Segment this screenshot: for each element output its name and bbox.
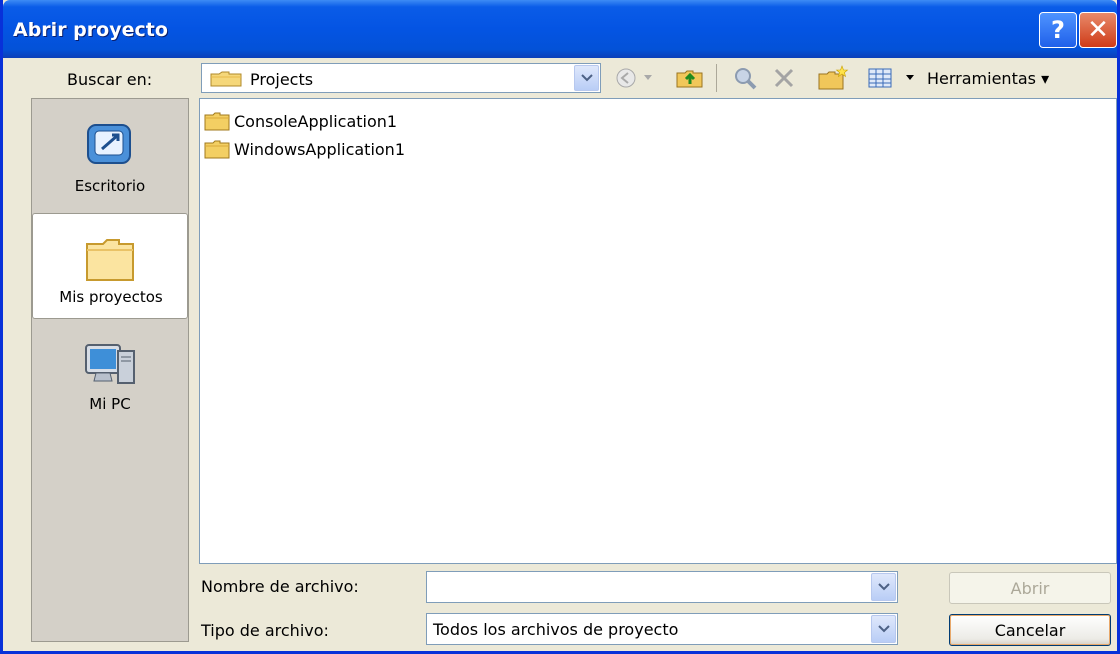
chevron-down-icon bbox=[877, 625, 890, 633]
close-button[interactable]: ✕ bbox=[1079, 12, 1117, 48]
list-item[interactable]: WindowsApplication1 bbox=[204, 137, 405, 161]
tools-menu[interactable]: Herramientas ▾ bbox=[927, 69, 1049, 88]
look-in-combo[interactable]: Projects bbox=[201, 63, 601, 93]
look-in-dropdown-button[interactable] bbox=[574, 65, 599, 91]
file-name-dropdown-button[interactable] bbox=[871, 573, 896, 601]
places-bar: Escritorio Mis proyectos Mi PC bbox=[31, 98, 189, 642]
folder-icon bbox=[86, 239, 134, 281]
chevron-down-icon bbox=[877, 583, 890, 591]
file-type-combo[interactable]: Todos los archivos de proyecto bbox=[426, 613, 898, 645]
look-in-value: Projects bbox=[250, 70, 314, 89]
list-item-name: WindowsApplication1 bbox=[234, 139, 405, 159]
desktop-icon bbox=[87, 124, 131, 164]
open-project-dialog: Abrir proyecto ? ✕ Buscar en: Projects H… bbox=[0, 0, 1120, 654]
search-web-icon[interactable] bbox=[731, 65, 761, 91]
place-label: Mis proyectos bbox=[59, 288, 163, 306]
place-label: Escritorio bbox=[74, 177, 146, 195]
place-desktop[interactable]: Escritorio bbox=[32, 99, 188, 205]
look-in-label: Buscar en: bbox=[67, 70, 153, 89]
file-type-dropdown-button[interactable] bbox=[871, 615, 896, 643]
folder-icon bbox=[204, 112, 230, 131]
toolbar-separator bbox=[716, 64, 717, 92]
views-icon[interactable] bbox=[865, 65, 895, 91]
cancel-button[interactable]: Cancelar bbox=[949, 614, 1111, 646]
list-item[interactable]: ConsoleApplication1 bbox=[204, 109, 397, 133]
place-my-computer[interactable]: Mi PC bbox=[32, 325, 188, 431]
views-dropdown-icon[interactable] bbox=[903, 65, 917, 91]
file-type-label: Tipo de archivo: bbox=[201, 621, 329, 640]
delete-icon[interactable] bbox=[769, 65, 799, 91]
file-name-label: Nombre de archivo: bbox=[201, 577, 359, 596]
place-label: Mi PC bbox=[89, 395, 131, 413]
window-title: Abrir proyecto bbox=[13, 19, 168, 41]
place-my-projects[interactable]: Mis proyectos bbox=[32, 213, 188, 319]
back-dropdown-icon[interactable] bbox=[641, 65, 655, 91]
folder-icon bbox=[210, 71, 242, 87]
new-folder-icon[interactable] bbox=[815, 65, 851, 91]
file-list[interactable]: ConsoleApplication1 WindowsApplication1 bbox=[199, 98, 1117, 564]
file-type-value: Todos los archivos de proyecto bbox=[433, 620, 679, 639]
open-button[interactable]: Abrir bbox=[949, 572, 1111, 604]
title-bar[interactable]: Abrir proyecto ? ✕ bbox=[3, 0, 1117, 58]
folder-icon bbox=[204, 140, 230, 159]
up-folder-icon[interactable] bbox=[673, 65, 707, 91]
computer-icon bbox=[85, 344, 135, 384]
list-item-name: ConsoleApplication1 bbox=[234, 111, 398, 131]
chevron-down-icon bbox=[580, 74, 593, 82]
back-icon[interactable] bbox=[613, 65, 639, 91]
help-button[interactable]: ? bbox=[1039, 12, 1077, 48]
file-name-combo[interactable] bbox=[426, 571, 898, 603]
